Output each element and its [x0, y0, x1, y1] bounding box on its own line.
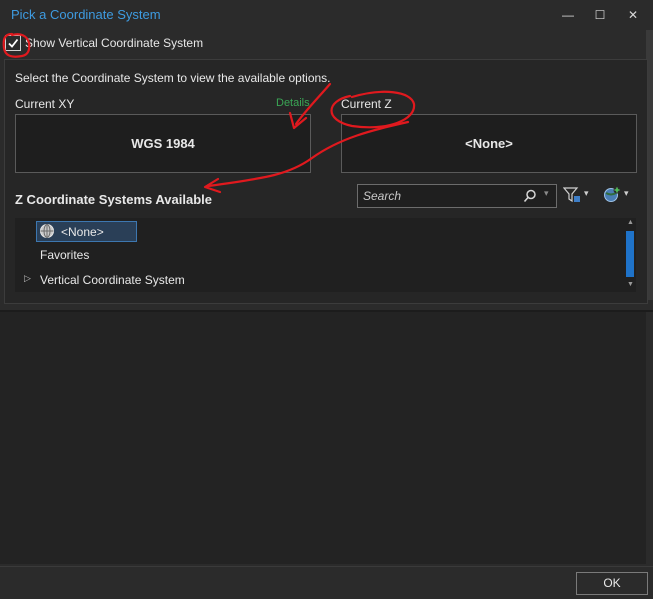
tree-item-vertical-cs[interactable]: Vertical Coordinate System	[40, 273, 185, 287]
minimize-button[interactable]: —	[557, 6, 579, 24]
current-z-box[interactable]: <None>	[341, 114, 637, 173]
footer-bar	[0, 566, 653, 599]
current-xy-value: WGS 1984	[131, 136, 195, 151]
available-heading: Z Coordinate Systems Available	[15, 192, 212, 207]
add-coordinate-system-button[interactable]: ▾	[603, 186, 629, 207]
expand-arrow-icon[interactable]: ▷	[24, 273, 31, 284]
globe-icon	[40, 224, 54, 238]
filter-dropdown-icon[interactable]: ▾	[584, 188, 589, 199]
search-dropdown-icon[interactable]: ▾	[544, 188, 549, 199]
maximize-button[interactable]: ☐	[589, 6, 611, 24]
instructions-text: Select the Coordinate System to view the…	[15, 71, 331, 85]
show-vertical-checkbox[interactable]	[5, 35, 21, 51]
search-box[interactable]: ▾	[357, 184, 557, 208]
scroll-down-icon[interactable]: ▼	[627, 281, 634, 288]
checkmark-icon	[8, 38, 19, 48]
globe-dropdown-icon[interactable]: ▾	[624, 188, 629, 199]
filter-button[interactable]: ▾	[562, 186, 589, 207]
scroll-thumb[interactable]	[626, 231, 634, 277]
close-button[interactable]: ✕	[622, 6, 644, 24]
window-title: Pick a Coordinate System	[11, 7, 161, 22]
filter-icon	[562, 187, 580, 203]
tree-item-label: <None>	[61, 225, 104, 239]
current-z-value: <None>	[465, 136, 513, 151]
current-xy-box[interactable]: WGS 1984	[15, 114, 311, 173]
details-link[interactable]: Details	[276, 97, 310, 109]
tree-item-favorites[interactable]: Favorites	[40, 248, 89, 262]
current-xy-label: Current XY	[15, 97, 75, 111]
current-z-label: Current Z	[341, 97, 392, 111]
scroll-up-icon[interactable]: ▲	[627, 219, 634, 226]
search-icon[interactable]	[523, 189, 537, 203]
lower-area	[0, 312, 646, 564]
globe-add-icon	[604, 186, 621, 202]
show-vertical-label[interactable]: Show Vertical Coordinate System	[25, 36, 203, 50]
search-input[interactable]	[361, 187, 515, 205]
tree-scrollbar[interactable]: ▲ ▼	[625, 218, 636, 292]
ok-button[interactable]: OK	[576, 572, 648, 595]
tree-item-none[interactable]: <None>	[36, 221, 137, 242]
